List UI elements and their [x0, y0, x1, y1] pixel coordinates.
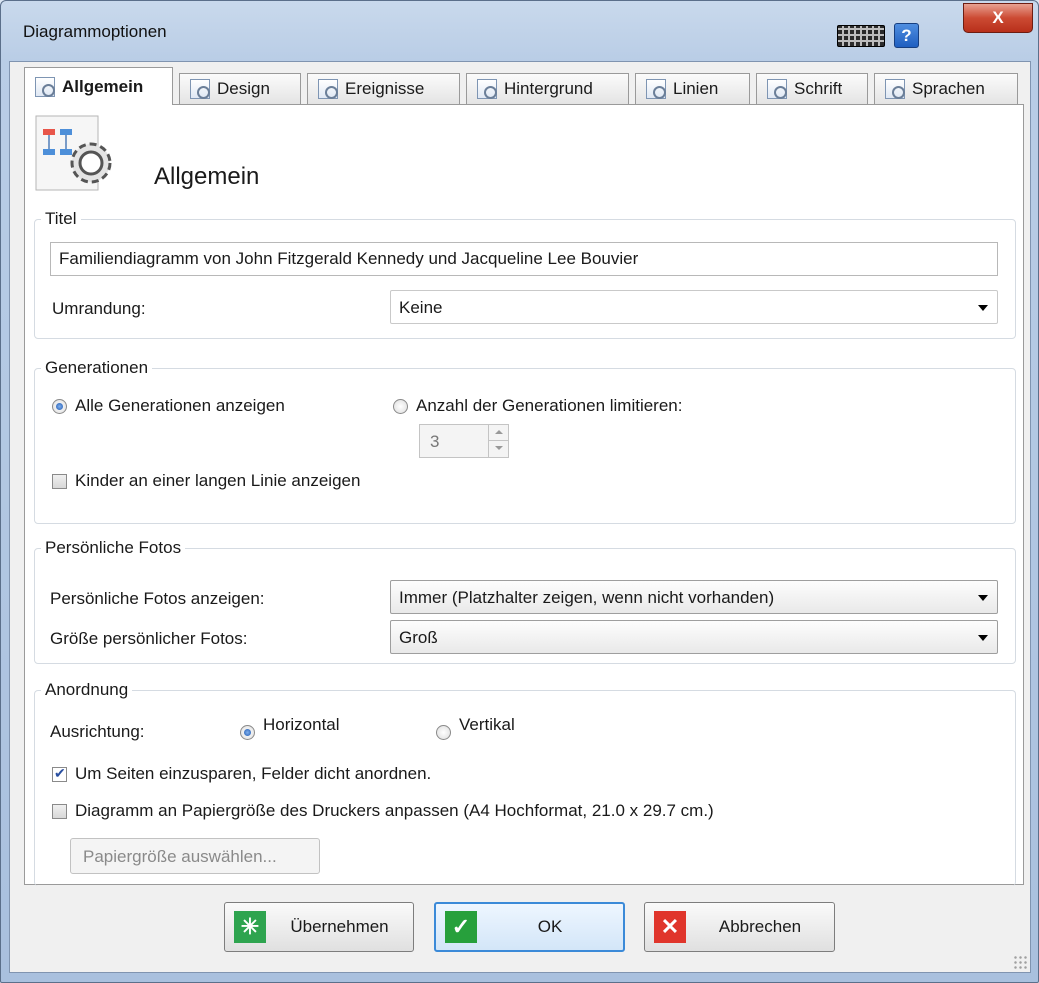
stepper-up-icon[interactable]: [489, 425, 508, 441]
cancel-button-label: Abbrechen: [718, 917, 802, 936]
stepper-buttons: [488, 425, 508, 457]
group-generationen: Generationen Alle Generationen anzeigen …: [34, 358, 1016, 524]
children-long-line-label: Kinder an einer langen Linie anzeigen: [75, 471, 361, 490]
group-legend: Titel: [41, 209, 81, 229]
orientation-label: Ausrichtung:: [50, 722, 145, 741]
resize-grip-icon[interactable]: [1013, 955, 1027, 969]
tab-ereignisse[interactable]: Ereignisse: [307, 73, 460, 104]
apply-icon: ✳: [234, 911, 266, 943]
limit-generations-radio[interactable]: [393, 399, 408, 414]
show-photos-select[interactable]: Immer (Platzhalter zeigen, wenn nicht vo…: [390, 580, 998, 614]
ok-button-label: OK: [537, 917, 563, 936]
font-icon: [767, 79, 787, 99]
tab-design[interactable]: Design: [179, 73, 301, 104]
dialog-window: Diagrammoptionen ? X Allgemein Design Er…: [0, 0, 1039, 983]
group-legend: Generationen: [41, 358, 153, 378]
border-label: Umrandung:: [52, 299, 146, 318]
tab-label: Design: [217, 79, 270, 98]
group-legend: Persönliche Fotos: [41, 538, 186, 558]
compact-layout-checkbox[interactable]: [52, 765, 67, 782]
limit-generations-label: Anzahl der Generationen limitieren:: [416, 396, 683, 415]
help-button[interactable]: ?: [894, 23, 919, 48]
window-title: Diagrammoptionen: [23, 22, 167, 41]
show-photos-select-value: Immer (Platzhalter zeigen, wenn nicht vo…: [399, 588, 775, 607]
events-icon: [318, 79, 338, 99]
tab-panel-allgemein: Allgemein Titel Familiendiagramm von Joh…: [24, 104, 1024, 886]
show-photos-label: Persönliche Fotos anzeigen:: [50, 589, 265, 608]
fit-paper-checkbox[interactable]: [52, 804, 67, 819]
tab-label: Schrift: [794, 79, 843, 98]
vertical-label: Vertikal: [459, 715, 515, 734]
horizontal-radio[interactable]: [240, 725, 255, 740]
apply-button-label: Übernehmen: [290, 917, 389, 936]
horizontal-label: Horizontal: [263, 715, 340, 734]
stepper-down-icon[interactable]: [489, 441, 508, 457]
border-select-value: Keine: [399, 298, 443, 317]
tab-label: Ereignisse: [345, 79, 425, 98]
generations-stepper[interactable]: 3: [419, 424, 509, 458]
paper-size-button[interactable]: Papiergröße auswählen...: [70, 838, 320, 874]
tab-label: Sprachen: [912, 79, 985, 98]
keyboard-icon[interactable]: [837, 25, 885, 47]
chevron-down-icon: [978, 635, 988, 641]
chevron-down-icon: [978, 305, 988, 311]
photo-size-select-value: Groß: [399, 628, 438, 647]
tab-label: Allgemein: [62, 76, 144, 96]
tab-sprachen[interactable]: Sprachen: [874, 73, 1018, 104]
apply-button[interactable]: ✳ Übernehmen: [224, 902, 414, 952]
tab-linien[interactable]: Linien: [635, 73, 750, 104]
compact-layout-label: Um Seiten einzusparen, Felder dicht anor…: [75, 764, 432, 783]
languages-icon: [885, 79, 905, 99]
show-all-generations-label: Alle Generationen anzeigen: [75, 396, 285, 415]
tab-strip: Allgemein Design Ereignisse Hintergrund …: [24, 67, 1024, 105]
lines-icon: [646, 79, 666, 99]
children-long-line-checkbox[interactable]: [52, 474, 67, 489]
tab-label: Linien: [673, 79, 719, 98]
background-icon: [477, 79, 497, 99]
close-button[interactable]: X: [963, 3, 1033, 33]
tab-schrift[interactable]: Schrift: [756, 73, 868, 104]
general-settings-icon: [35, 76, 55, 97]
tab-label: Hintergrund: [504, 79, 593, 98]
title-input[interactable]: Familiendiagramm von John Fitzgerald Ken…: [50, 242, 998, 276]
group-anordnung: Anordnung Ausrichtung: Horizontal Vertik…: [34, 680, 1016, 886]
cancel-icon: ✕: [654, 911, 686, 943]
dialog-client: Allgemein Design Ereignisse Hintergrund …: [9, 61, 1031, 973]
ok-button[interactable]: ✓ OK: [434, 902, 625, 952]
checkmark-icon: ✓: [445, 911, 477, 943]
page-title: Allgemein: [154, 163, 260, 190]
photo-size-select[interactable]: Groß: [390, 620, 998, 654]
group-titel: Titel Familiendiagramm von John Fitzgera…: [34, 209, 1016, 339]
fit-paper-label: Diagramm an Papiergröße des Druckers anp…: [75, 801, 714, 820]
show-all-generations-radio[interactable]: [52, 399, 67, 414]
title-bar[interactable]: Diagrammoptionen ? X: [1, 1, 1038, 61]
diagram-settings-icon: [35, 115, 112, 191]
generations-stepper-value: 3: [430, 432, 440, 451]
group-legend: Anordnung: [41, 680, 133, 700]
design-icon: [190, 79, 210, 99]
tab-hintergrund[interactable]: Hintergrund: [466, 73, 629, 104]
cancel-button[interactable]: ✕ Abbrechen: [644, 902, 835, 952]
group-persoenliche-fotos: Persönliche Fotos Persönliche Fotos anze…: [34, 538, 1016, 664]
tab-allgemein[interactable]: Allgemein: [24, 67, 173, 105]
photo-size-label: Größe persönlicher Fotos:: [50, 629, 248, 648]
chevron-down-icon: [978, 595, 988, 601]
border-select[interactable]: Keine: [390, 290, 998, 324]
vertical-radio[interactable]: [436, 725, 451, 740]
